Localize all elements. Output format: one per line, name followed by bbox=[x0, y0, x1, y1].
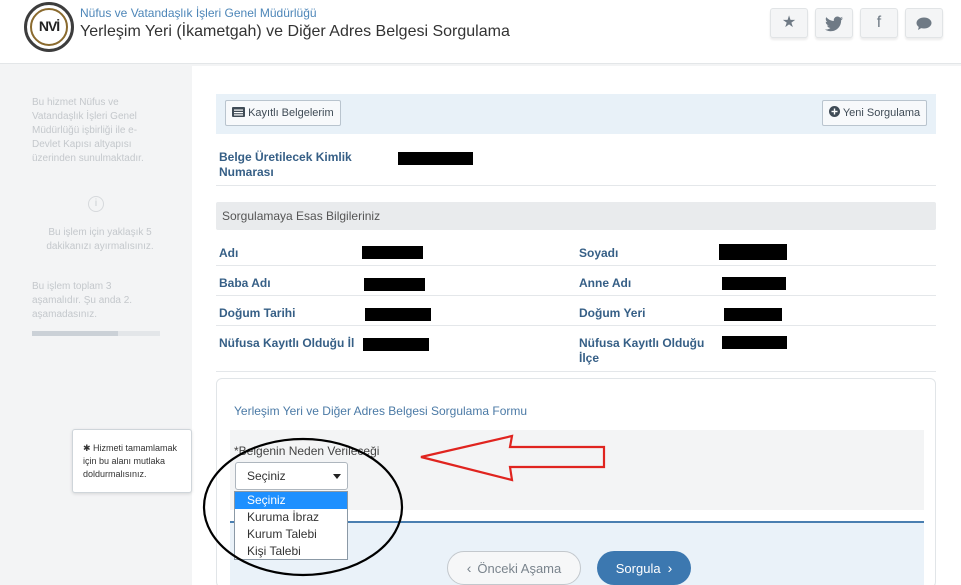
info-row-parents: Baba Adı Anne Adı bbox=[216, 268, 936, 296]
info-icon: i bbox=[88, 196, 104, 212]
step-progress-bar bbox=[32, 331, 160, 336]
organization-title[interactable]: Nüfus ve Vatandaşlık İşleri Genel Müdürl… bbox=[80, 6, 317, 20]
nvi-logo[interactable]: NVİ bbox=[24, 2, 74, 52]
logo-text: NVİ bbox=[38, 18, 60, 34]
favorite-button[interactable]: ★ bbox=[770, 8, 808, 38]
comment-icon bbox=[916, 17, 932, 30]
list-icon bbox=[232, 107, 245, 117]
chevron-right-icon: › bbox=[667, 560, 673, 576]
redacted-anne-adi bbox=[722, 277, 786, 290]
submit-query-button[interactable]: Sorgula › bbox=[597, 551, 691, 585]
label-anne-adi: Anne Adı bbox=[579, 276, 632, 290]
facebook-icon: f bbox=[876, 14, 882, 31]
new-query-button[interactable]: Yeni Sorgulama bbox=[822, 100, 928, 126]
twitter-icon bbox=[825, 16, 843, 32]
section-header: Sorgulamaya Esas Bilgileriniz bbox=[216, 202, 936, 230]
page-header: NVİ Nüfus ve Vatandaşlık İşleri Genel Mü… bbox=[0, 0, 961, 64]
form-title: Yerleşim Yeri ve Diğer Adres Belgesi Sor… bbox=[234, 404, 528, 418]
submit-query-label: Sorgula bbox=[615, 561, 661, 576]
label-dogum-tarihi: Doğum Tarihi bbox=[219, 306, 296, 320]
label-dogum-yeri: Doğum Yeri bbox=[579, 306, 646, 320]
step-progress-fill bbox=[32, 331, 118, 336]
reason-dropdown-list: Seçiniz Kuruma İbraz Kurum Talebi Kişi T… bbox=[234, 491, 348, 560]
label-nufus-ilce: Nüfusa Kayıtlı Olduğu İlçe bbox=[579, 336, 705, 365]
label-nufus-il: Nüfusa Kayıtlı Olduğu İl bbox=[219, 336, 355, 350]
facebook-button[interactable]: f bbox=[860, 8, 898, 38]
option-kurum-talebi[interactable]: Kurum Talebi bbox=[235, 526, 347, 543]
saved-documents-button[interactable]: Kayıtlı Belgelerim bbox=[225, 100, 341, 126]
redacted-dogum-tarihi bbox=[365, 308, 431, 321]
option-kuruma-ibraz[interactable]: Kuruma İbraz bbox=[235, 509, 347, 526]
page-title: Yerleşim Yeri (İkametgah) ve Diğer Adres… bbox=[80, 23, 510, 40]
identity-number-row: Belge Üretilecek Kimlik Numarası bbox=[216, 142, 936, 186]
previous-step-button[interactable]: ‹ Önceki Aşama bbox=[447, 551, 581, 585]
label-baba-adi: Baba Adı bbox=[219, 276, 271, 290]
info-row-birth: Doğum Tarihi Doğum Yeri bbox=[216, 298, 936, 326]
required-field-tooltip: ✱ Hizmeti tamamlamak için bu alanı mutla… bbox=[72, 429, 192, 493]
option-seciniz[interactable]: Seçiniz bbox=[235, 492, 347, 509]
reason-select[interactable]: Seçiniz bbox=[235, 462, 348, 490]
sidebar-duration-text: Bu işlem için yaklaşık 5 dakikanızı ayır… bbox=[46, 227, 154, 252]
label-adi: Adı bbox=[219, 246, 239, 260]
redacted-soyadi bbox=[719, 244, 787, 260]
redacted-identity-number bbox=[398, 152, 473, 165]
redacted-nufus-il bbox=[363, 338, 429, 351]
caret-down-icon bbox=[333, 474, 341, 479]
sidebar-info-text: Bu hizmet Nüfus ve Vatandaşlık İşleri Ge… bbox=[32, 97, 144, 164]
sidebar: Bu hizmet Nüfus ve Vatandaşlık İşleri Ge… bbox=[0, 66, 192, 585]
option-kisi-talebi[interactable]: Kişi Talebi bbox=[235, 543, 347, 560]
action-bar: Kayıtlı Belgelerim Yeni Sorgulama bbox=[216, 94, 936, 134]
redacted-nufus-ilce bbox=[722, 336, 787, 349]
saved-documents-label: Kayıtlı Belgelerim bbox=[248, 107, 334, 119]
info-row-names: Adı Soyadı bbox=[216, 238, 936, 266]
reason-select-value: Seçiniz bbox=[247, 469, 286, 483]
identity-number-label: Belge Üretilecek Kimlik Numarası bbox=[219, 150, 352, 179]
new-query-label: Yeni Sorgulama bbox=[842, 107, 921, 119]
chevron-left-icon: ‹ bbox=[466, 560, 472, 576]
sidebar-steps-text: Bu işlem toplam 3 aşamalıdır. Şu anda 2.… bbox=[32, 281, 133, 320]
star-icon: ★ bbox=[781, 14, 797, 31]
plus-circle-icon bbox=[829, 106, 840, 117]
label-soyadi: Soyadı bbox=[579, 246, 619, 260]
previous-step-label: Önceki Aşama bbox=[477, 561, 562, 576]
redacted-dogum-yeri bbox=[724, 308, 782, 321]
redacted-adi bbox=[362, 246, 423, 259]
redacted-baba-adi bbox=[364, 278, 425, 291]
info-row-registry: Nüfusa Kayıtlı Olduğu İl Nüfusa Kayıtlı … bbox=[216, 328, 936, 372]
comment-button[interactable] bbox=[905, 8, 943, 38]
twitter-button[interactable] bbox=[815, 8, 853, 38]
reason-field-label: *Belgenin Neden Verileceği bbox=[234, 444, 380, 458]
